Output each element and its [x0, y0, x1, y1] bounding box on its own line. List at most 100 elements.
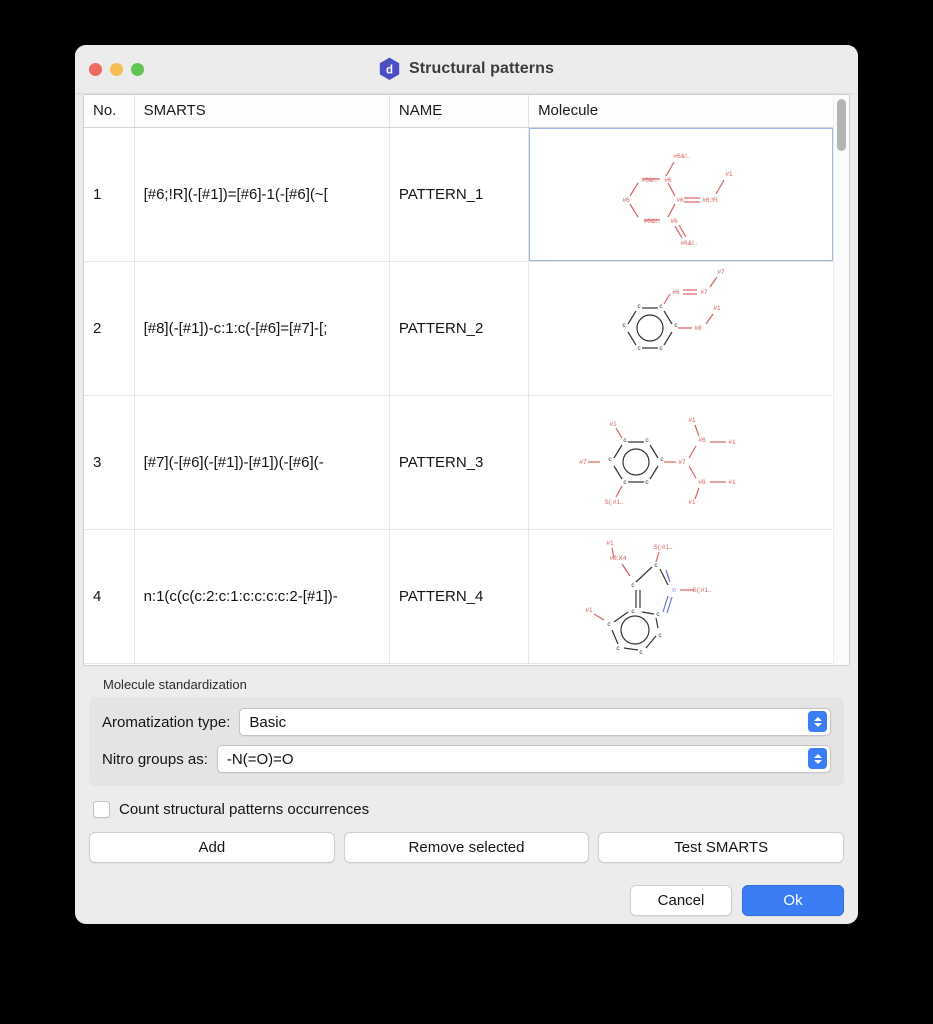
- svg-text:#6&!..: #6&!..: [681, 240, 698, 247]
- vertical-scrollbar[interactable]: [833, 95, 849, 665]
- cell-molecule[interactable]: #6&!.. #6&!.. #6 #6 #6&!.. #6 #6 #6;!R #: [528, 127, 833, 262]
- svg-text:c: c: [608, 456, 612, 463]
- smarts-text: [#7](-[#6](-[#1])-[#1])(-[#6](-: [143, 454, 324, 471]
- table-row[interactable]: 1 [#6;!R](-[#1])=[#6]-1(-[#6](~[ PATTERN…: [84, 127, 833, 262]
- molecule-structure-svg: c c c c c c c c n #8;X4 #1 S(;#1.. S(;#1…: [585, 540, 711, 656]
- svg-text:#7: #7: [717, 269, 725, 276]
- count-occurrences-row[interactable]: Count structural patterns occurrences: [93, 801, 858, 818]
- smarts-text: [#6;!R](-[#1])=[#6]-1(-[#6](~[: [143, 186, 328, 203]
- svg-text:#8;X4: #8;X4: [610, 555, 627, 562]
- svg-text:#6&!..: #6&!..: [642, 177, 659, 184]
- cell-smarts[interactable]: [#7](-[#6](-[#1])-[#1])(-[#6](-: [134, 395, 390, 530]
- dialog-footer: Cancel Ok: [89, 885, 844, 916]
- svg-text:#1: #1: [728, 479, 736, 486]
- svg-text:c: c: [639, 649, 643, 656]
- window-title: Structural patterns: [408, 60, 555, 77]
- scrollbar-thumb[interactable]: [837, 99, 846, 151]
- svg-text:c: c: [631, 608, 635, 615]
- cell-smarts[interactable]: n:1(c(c(c:2:c:1:c:c:c:c:2-[#1])-: [134, 529, 390, 664]
- cell-smarts[interactable]: [#8](-[#1])-c:1:c(-[#6]=[#7]-[;: [134, 261, 390, 396]
- svg-text:#6: #6: [622, 197, 630, 204]
- svg-text:c: c: [656, 611, 660, 618]
- svg-text:#1: #1: [585, 607, 593, 614]
- chevron-updown-icon[interactable]: [808, 711, 827, 732]
- add-button[interactable]: Add: [89, 832, 335, 863]
- svg-text:#1: #1: [713, 305, 721, 312]
- svg-text:#6: #6: [676, 197, 684, 204]
- close-button[interactable]: [89, 62, 102, 76]
- cell-no: 2: [84, 261, 135, 396]
- nitro-groups-row: Nitro groups as: -N(=O)=O: [102, 745, 831, 773]
- smarts-text: n:1(c(c(c:2:c:1:c:c:c:c:2-[#1])-: [143, 588, 338, 605]
- cell-name[interactable]: PATTERN_2: [389, 261, 530, 396]
- column-header-no[interactable]: No.: [84, 95, 135, 128]
- pattern-name-text: PATTERN_1: [398, 186, 484, 203]
- pattern-name-text: PATTERN_3: [398, 454, 484, 471]
- svg-text:#6: #6: [698, 437, 706, 444]
- svg-text:#7: #7: [678, 459, 686, 466]
- cell-name[interactable]: PATTERN_4: [389, 529, 530, 664]
- svg-text:c: c: [654, 562, 658, 569]
- svg-text:#6&!..: #6&!..: [674, 153, 691, 160]
- cell-molecule[interactable]: c c c c c c c c n #8;X4 #1 S(;#1.. S(;#1…: [528, 529, 833, 664]
- molecule-depiction-2: c c c c c c #6 #7 #7 #8 #1: [529, 262, 833, 395]
- svg-text:n: n: [672, 587, 676, 594]
- molecule-structure-svg: c c c c c c #6 #7 #7 #8 #1: [622, 269, 725, 352]
- ok-button[interactable]: Ok: [742, 885, 844, 916]
- standardization-group: Aromatization type: Basic Nitro groups a…: [89, 697, 844, 786]
- svg-text:#7: #7: [700, 289, 708, 296]
- nitro-groups-select[interactable]: -N(=O)=O: [216, 745, 831, 773]
- svg-text:c: c: [645, 437, 649, 444]
- svg-text:c: c: [623, 479, 627, 486]
- cell-molecule[interactable]: c c c c c c #1 #7 S(;#1.. #7 #6 #1 #6 #1…: [528, 395, 833, 530]
- svg-text:#6: #6: [698, 479, 706, 486]
- cell-smarts[interactable]: [#6;!R](-[#1])=[#6]-1(-[#6](~[: [134, 127, 390, 262]
- cell-name[interactable]: PATTERN_3: [389, 395, 530, 530]
- svg-text:c: c: [660, 456, 664, 463]
- svg-text:d: d: [386, 65, 393, 77]
- patterns-table-scroll[interactable]: No. SMARTS NAME Molecule 1 [#6;!R](-[#1]…: [84, 95, 833, 665]
- column-header-smarts[interactable]: SMARTS: [134, 95, 390, 128]
- smarts-text: [#8](-[#1])-c:1:c(-[#6]=[#7]-[;: [143, 320, 328, 337]
- cell-no: 4: [84, 529, 135, 664]
- molecule-depiction-4: c c c c c c c c n #8;X4 #1 S(;#1.. S(;#1…: [529, 530, 833, 663]
- svg-text:#6;!R: #6;!R: [702, 197, 718, 204]
- svg-text:c: c: [645, 479, 649, 486]
- svg-text:c: c: [623, 437, 627, 444]
- column-header-name[interactable]: NAME: [389, 95, 530, 128]
- table-row[interactable]: 4 n:1(c(c(c:2:c:1:c:c:c:c:2-[#1])- PATTE…: [84, 529, 833, 664]
- column-header-molecule[interactable]: Molecule: [528, 95, 833, 128]
- minimize-button[interactable]: [110, 62, 123, 76]
- count-occurrences-checkbox[interactable]: [93, 801, 110, 818]
- svg-text:#1: #1: [606, 540, 614, 547]
- maximize-button[interactable]: [131, 62, 144, 76]
- table-row[interactable]: 3 [#7](-[#6](-[#1])-[#1])(-[#6](- PATTER…: [84, 395, 833, 530]
- svg-text:c: c: [616, 645, 620, 652]
- table-header-row: No. SMARTS NAME Molecule: [84, 95, 833, 128]
- svg-text:#1: #1: [688, 499, 696, 506]
- cancel-button[interactable]: Cancel: [630, 885, 732, 916]
- count-occurrences-label: Count structural patterns occurrences: [119, 801, 370, 818]
- cell-no: 3: [84, 395, 135, 530]
- cell-name[interactable]: PATTERN_1: [389, 127, 530, 262]
- molecule-depiction-3: c c c c c c #1 #7 S(;#1.. #7 #6 #1 #6 #1…: [529, 396, 833, 529]
- remove-selected-button[interactable]: Remove selected: [343, 832, 590, 863]
- hexagon-d-icon: d: [379, 57, 400, 80]
- cell-molecule[interactable]: c c c c c c #6 #7 #7 #8 #1: [528, 261, 833, 396]
- aromatization-type-row: Aromatization type: Basic: [102, 708, 831, 736]
- test-smarts-button[interactable]: Test SMARTS: [598, 832, 845, 863]
- patterns-table-container: No. SMARTS NAME Molecule 1 [#6;!R](-[#1]…: [83, 94, 850, 666]
- svg-text:#1: #1: [609, 421, 617, 428]
- structural-patterns-dialog: d Structural patterns No. SMARTS NAME Mo…: [75, 45, 858, 924]
- svg-text:#6: #6: [664, 177, 672, 184]
- cell-no: 1: [84, 127, 135, 262]
- chevron-updown-icon[interactable]: [808, 748, 827, 769]
- svg-text:S(;#1..: S(;#1..: [653, 544, 672, 551]
- svg-text:#8: #8: [694, 325, 702, 332]
- svg-text:c: c: [637, 345, 641, 352]
- svg-text:c: c: [659, 345, 663, 352]
- standardization-group-label: Molecule standardization: [103, 677, 247, 692]
- aromatization-type-label: Aromatization type:: [102, 713, 231, 731]
- aromatization-type-select[interactable]: Basic: [239, 708, 831, 736]
- table-row[interactable]: 2 [#8](-[#1])-c:1:c(-[#6]=[#7]-[; PATTER…: [84, 261, 833, 396]
